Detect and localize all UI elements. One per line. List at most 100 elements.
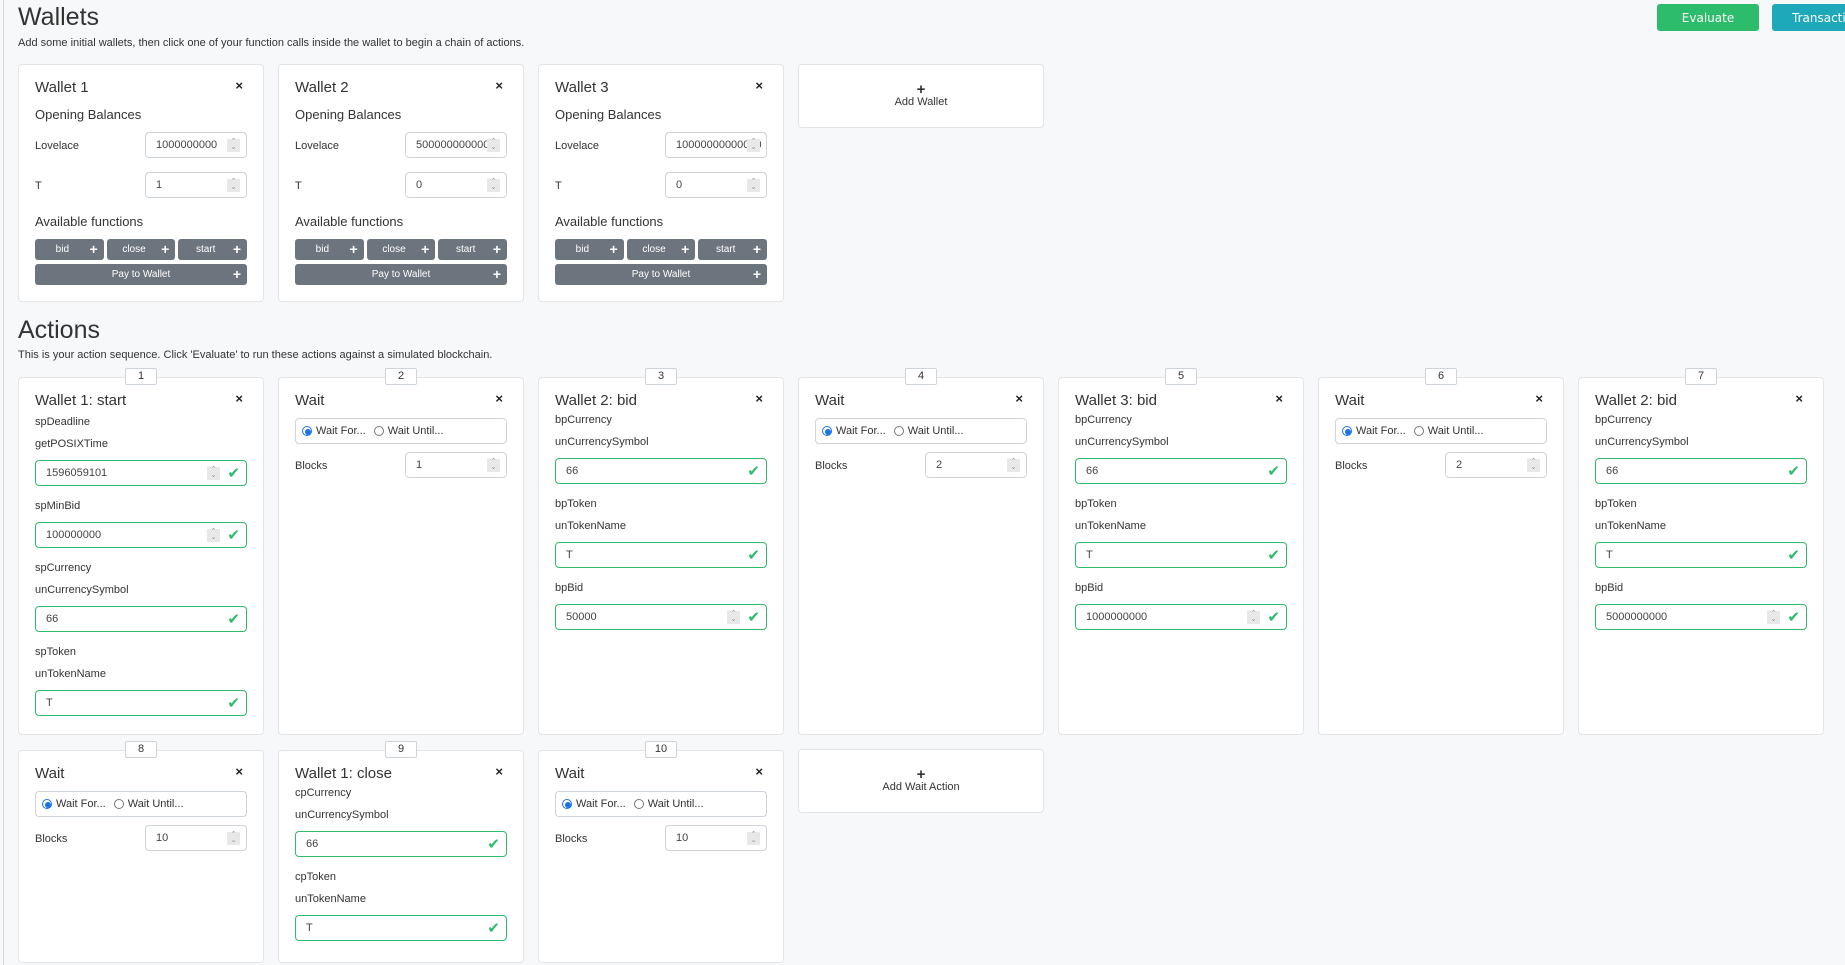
wait-for-label: Wait For... (316, 425, 366, 437)
close-icon[interactable]: × (235, 764, 243, 779)
action-card: 6 Wait × Wait For... Wait Until... Block… (1318, 368, 1564, 735)
spinner-icon[interactable]: ⌃ ⌄ (487, 138, 500, 152)
field-input[interactable]: 1000000000 ⌃ ⌄ ✔ (1075, 604, 1287, 630)
field-input[interactable]: 1596059101 ⌃ ⌄ ✔ (35, 460, 247, 486)
wait-for-radio[interactable]: Wait For... (302, 425, 366, 437)
spinner-icon[interactable]: ⌃ ⌄ (727, 610, 740, 624)
field-label: bpBid (1595, 582, 1624, 594)
field-input[interactable]: T ✔ (295, 915, 507, 941)
check-icon: ✔ (487, 836, 500, 853)
function-button-close[interactable]: close + (366, 239, 436, 260)
sequence-number: 4 (905, 368, 937, 385)
field-input[interactable]: T ✔ (1595, 542, 1807, 568)
wait-until-label: Wait Until... (907, 425, 964, 437)
pay-to-wallet-button[interactable]: Pay to Wallet + (295, 264, 507, 285)
function-button-start[interactable]: start + (178, 239, 248, 260)
wait-until-radio[interactable]: Wait Until... (373, 425, 444, 437)
opening-balances-label: Opening Balances (35, 107, 142, 122)
spinner-icon[interactable]: ⌃ ⌄ (1007, 458, 1020, 472)
field-input[interactable]: 50000 ⌃ ⌄ ✔ (555, 604, 767, 630)
wait-for-radio[interactable]: Wait For... (1342, 425, 1406, 437)
spinner-icon[interactable]: ⌃ ⌄ (487, 458, 500, 472)
add-wallet-button[interactable]: + Add Wallet (798, 64, 1044, 128)
token-balance-input[interactable]: 1 ⌃ ⌄ (145, 172, 247, 198)
function-button-close[interactable]: close + (106, 239, 176, 260)
wait-mode-radio-group: Wait For... Wait Until... (815, 418, 1027, 444)
function-label: bid (55, 244, 70, 255)
field-label: bpBid (555, 582, 584, 594)
field-input[interactable]: 66 ✔ (35, 606, 247, 632)
wait-until-label: Wait Until... (127, 798, 184, 810)
transactions-button[interactable]: Transactions (1772, 4, 1845, 31)
function-button-start[interactable]: start + (698, 239, 768, 260)
field-input[interactable]: 5000000000 ⌃ ⌄ ✔ (1595, 604, 1807, 630)
field-input[interactable]: 66 ✔ (1075, 458, 1287, 484)
field-input[interactable]: T ✔ (35, 690, 247, 716)
field-label: unTokenName (1595, 520, 1666, 532)
blocks-input[interactable]: 2 ⌃ ⌄ (925, 452, 1027, 478)
spinner-icon[interactable]: ⌃ ⌄ (747, 831, 760, 845)
function-button-bid[interactable]: bid + (295, 239, 364, 260)
close-icon[interactable]: × (755, 391, 763, 406)
close-icon[interactable]: × (755, 764, 763, 779)
spinner-icon[interactable]: ⌃ ⌄ (487, 178, 500, 192)
wait-until-radio[interactable]: Wait Until... (1413, 425, 1484, 437)
wait-for-label: Wait For... (576, 798, 626, 810)
close-icon[interactable]: × (755, 78, 763, 93)
wait-for-radio[interactable]: Wait For... (562, 798, 626, 810)
close-icon[interactable]: × (495, 391, 503, 406)
field-input[interactable]: 100000000 ⌃ ⌄ ✔ (35, 522, 247, 548)
blocks-input[interactable]: 10 ⌃ ⌄ (145, 825, 247, 851)
close-icon[interactable]: × (1795, 391, 1803, 406)
action-title: Wait (815, 392, 845, 409)
spinner-icon[interactable]: ⌃ ⌄ (227, 178, 240, 192)
evaluate-button[interactable]: Evaluate (1657, 4, 1759, 31)
lovelace-balance-input[interactable]: 10000000000000 ⌃ ⌄ (665, 132, 767, 158)
field-input[interactable]: 66 ✔ (1595, 458, 1807, 484)
close-icon[interactable]: × (495, 764, 503, 779)
spinner-icon[interactable]: ⌃ ⌄ (1767, 610, 1780, 624)
pay-to-wallet-label: Pay to Wallet (371, 269, 431, 280)
pay-to-wallet-button[interactable]: Pay to Wallet + (35, 264, 247, 285)
spinner-icon[interactable]: ⌃ ⌄ (227, 138, 240, 152)
token-balance-input[interactable]: 0 ⌃ ⌄ (405, 172, 507, 198)
lovelace-balance-input[interactable]: 1000000000 ⌃ ⌄ (145, 132, 247, 158)
close-icon[interactable]: × (235, 391, 243, 406)
lovelace-balance-input[interactable]: 5000000000000 ⌃ ⌄ (405, 132, 507, 158)
wait-until-radio[interactable]: Wait Until... (633, 798, 704, 810)
function-label: bid (315, 244, 330, 255)
wait-until-radio[interactable]: Wait Until... (893, 425, 964, 437)
sequence-number: 7 (1685, 368, 1717, 385)
radio-unselected-icon (113, 799, 124, 809)
function-button-bid[interactable]: bid + (555, 239, 624, 260)
spinner-icon[interactable]: ⌃ ⌄ (747, 178, 760, 192)
field-input[interactable]: T ✔ (555, 542, 767, 568)
field-input[interactable]: 66 ✔ (295, 831, 507, 857)
blocks-input[interactable]: 10 ⌃ ⌄ (665, 825, 767, 851)
action-card: 1 Wallet 1: start × spDeadline getPOSIXTim… (18, 368, 264, 735)
close-icon[interactable]: × (1535, 391, 1543, 406)
spinner-icon[interactable]: ⌃ ⌄ (227, 831, 240, 845)
blocks-input[interactable]: 1 ⌃ ⌄ (405, 452, 507, 478)
function-button-bid[interactable]: bid + (35, 239, 104, 260)
spinner-icon[interactable]: ⌃ ⌄ (207, 528, 220, 542)
add-wait-action-button[interactable]: + Add Wait Action (798, 749, 1044, 813)
close-icon[interactable]: × (235, 78, 243, 93)
close-icon[interactable]: × (495, 78, 503, 93)
wait-until-radio[interactable]: Wait Until... (113, 798, 184, 810)
spinner-icon[interactable]: ⌃ ⌄ (1527, 458, 1540, 472)
field-input[interactable]: T ✔ (1075, 542, 1287, 568)
blocks-input[interactable]: 2 ⌃ ⌄ (1445, 452, 1547, 478)
spinner-icon[interactable]: ⌃ ⌄ (207, 466, 220, 480)
spinner-icon[interactable]: ⌃ ⌄ (747, 138, 760, 152)
token-balance-input[interactable]: 0 ⌃ ⌄ (665, 172, 767, 198)
function-button-close[interactable]: close + (626, 239, 696, 260)
function-button-start[interactable]: start + (438, 239, 508, 260)
wait-for-radio[interactable]: Wait For... (822, 425, 886, 437)
close-icon[interactable]: × (1015, 391, 1023, 406)
spinner-icon[interactable]: ⌃ ⌄ (1247, 610, 1260, 624)
close-icon[interactable]: × (1275, 391, 1283, 406)
pay-to-wallet-button[interactable]: Pay to Wallet + (555, 264, 767, 285)
wait-for-radio[interactable]: Wait For... (42, 798, 106, 810)
field-input[interactable]: 66 ✔ (555, 458, 767, 484)
